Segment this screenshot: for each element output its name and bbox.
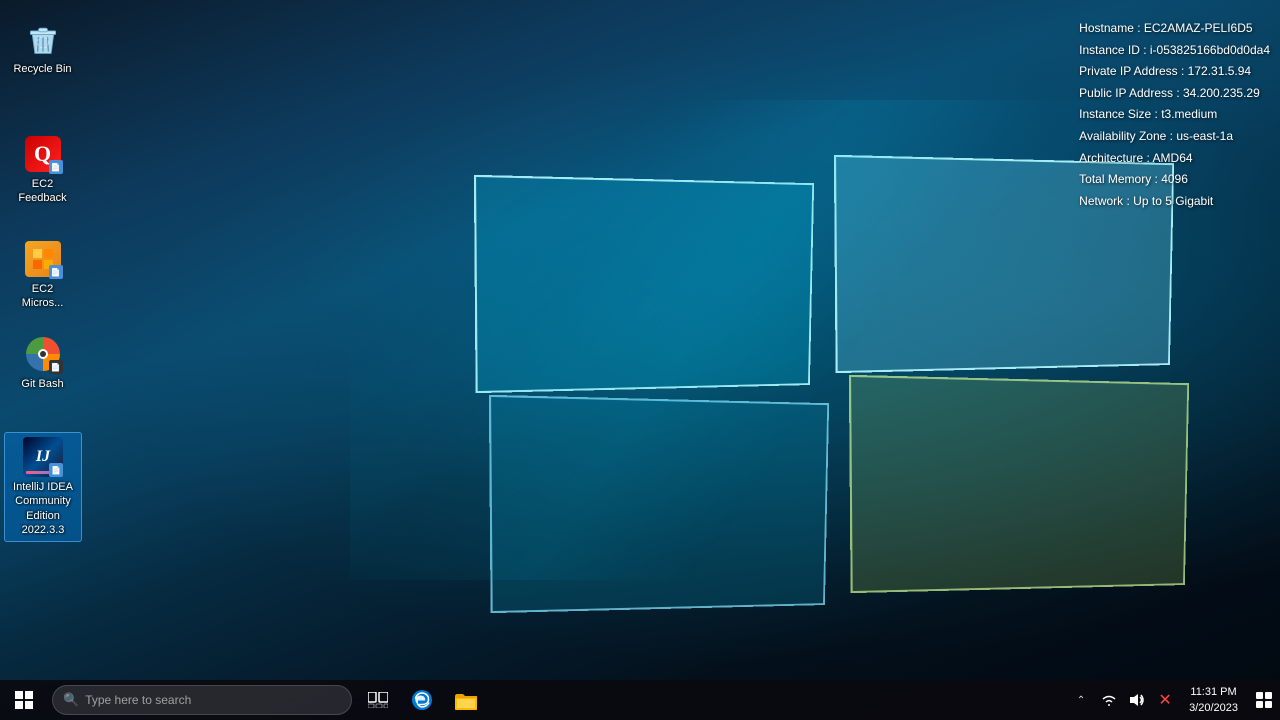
ec2-microsoft-label: EC2Micros... xyxy=(22,282,64,311)
private-ip-line: Private IP Address : 172.31.5.94 xyxy=(1079,61,1270,83)
volume-tray-icon[interactable] xyxy=(1123,680,1151,720)
edge-browser-button[interactable] xyxy=(400,680,444,720)
taskbar-tray: ⌃ ✕ xyxy=(1067,680,1280,720)
intellij-idea-image: IJ 📄 xyxy=(23,437,63,477)
security-tray-icon[interactable]: ✕ xyxy=(1151,680,1179,720)
ec2-microsoft-image: 📄 xyxy=(23,239,63,279)
notification-button[interactable] xyxy=(1248,680,1280,720)
search-input[interactable] xyxy=(85,693,341,707)
availability-zone-line: Availability Zone : us-east-1a xyxy=(1079,126,1270,148)
file-explorer-button[interactable] xyxy=(444,680,488,720)
recycle-bin-image xyxy=(23,19,63,59)
git-bash-label: Git Bash xyxy=(21,377,63,391)
instance-size-line: Instance Size : t3.medium xyxy=(1079,104,1270,126)
recycle-bin-icon[interactable]: Recycle Bin xyxy=(5,15,80,80)
network-tray-icon[interactable] xyxy=(1095,680,1123,720)
architecture-line: Architecture : AMD64 xyxy=(1079,148,1270,170)
start-button[interactable] xyxy=(0,680,48,720)
clock-display[interactable]: 11:31 PM 3/20/2023 xyxy=(1179,680,1248,720)
tray-expand-button[interactable]: ⌃ xyxy=(1067,680,1095,720)
git-bash-icon[interactable]: 📄 Git Bash xyxy=(5,330,80,395)
desktop: Recycle Bin Q 📄 EC2Feedback 📄 EC2Mi xyxy=(0,0,1280,720)
ec2-feedback-image: Q 📄 xyxy=(23,134,63,174)
task-view-button[interactable] xyxy=(356,680,400,720)
clock-time: 11:31 PM xyxy=(1190,684,1236,701)
logo-bottom-left xyxy=(489,395,829,613)
system-info-panel: Hostname : EC2AMAZ-PELI6D5 Instance ID :… xyxy=(1079,18,1270,212)
ec2-microsoft-icon[interactable]: 📄 EC2Micros... xyxy=(5,235,80,315)
network-line: Network : Up to 5 Gigabit xyxy=(1079,191,1270,213)
ec2-feedback-label: EC2Feedback xyxy=(18,177,66,206)
git-bash-image: 📄 xyxy=(23,334,63,374)
instance-id-line: Instance ID : i-053825166bd0d0da4 xyxy=(1079,40,1270,62)
total-memory-line: Total Memory : 4096 xyxy=(1079,169,1270,191)
logo-bottom-right xyxy=(849,375,1189,593)
intellij-idea-icon[interactable]: IJ 📄 IntelliJ IDEACommunityEdition2022.3… xyxy=(4,432,82,542)
intellij-idea-label: IntelliJ IDEACommunityEdition2022.3.3 xyxy=(13,480,73,537)
public-ip-line: Public IP Address : 34.200.235.29 xyxy=(1079,83,1270,105)
recycle-bin-label: Recycle Bin xyxy=(13,62,71,76)
logo-top-left xyxy=(474,175,814,393)
hostname-line: Hostname : EC2AMAZ-PELI6D5 xyxy=(1079,18,1270,40)
search-bar[interactable]: 🔍 xyxy=(52,685,352,715)
search-icon: 🔍 xyxy=(63,692,79,708)
taskbar: 🔍 xyxy=(0,680,1280,720)
windows-logo xyxy=(350,100,1150,580)
ec2-feedback-icon[interactable]: Q 📄 EC2Feedback xyxy=(5,130,80,210)
clock-date: 3/20/2023 xyxy=(1189,700,1238,717)
